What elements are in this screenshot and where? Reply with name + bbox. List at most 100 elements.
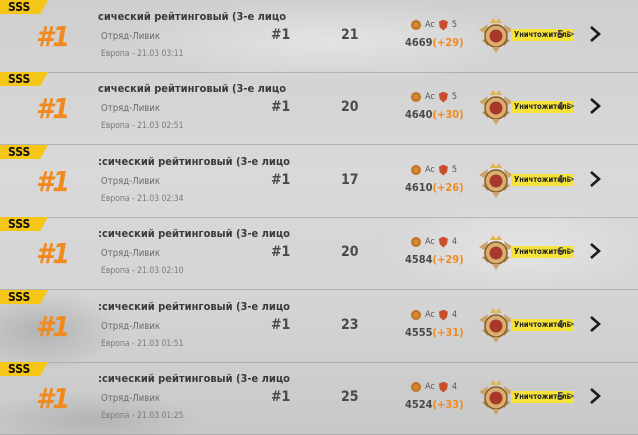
rank: #1	[271, 389, 291, 405]
kills: 17	[341, 172, 359, 188]
rank: #1	[271, 244, 291, 260]
tier-shield-icon	[438, 381, 448, 393]
points-delta: (+29)	[432, 253, 464, 266]
tier-dot-icon	[411, 165, 421, 175]
rating-points: 4584(+29)	[405, 253, 464, 266]
tier-value: 5	[451, 92, 457, 102]
match-row[interactable]: SSS #1 сический рейтинговый (3-е лицо От…	[0, 72, 638, 145]
squad-map: Отряд-Ливик	[101, 393, 160, 404]
tier-value: 5	[451, 165, 457, 175]
chevron-right-icon[interactable]	[588, 387, 602, 405]
tier-label: Ac	[425, 92, 435, 102]
conqueror-badge-icon	[479, 18, 513, 53]
squad-map: Отряд-Ливик	[101, 321, 160, 332]
small-chevron-icon: >	[566, 99, 576, 113]
tier-badge: SSS	[0, 290, 48, 304]
rating-points: 4669(+29)	[405, 36, 464, 49]
tier-value: 4	[451, 310, 457, 320]
kills: 23	[341, 317, 359, 333]
title-banner: Уничтожитель	[511, 101, 574, 113]
small-chevron-icon: >	[566, 27, 576, 41]
region-date: Европа - 21.03 02:34	[101, 194, 184, 204]
tier-value: 4	[451, 237, 457, 247]
squad-map: Отряд-Ливик	[101, 176, 160, 187]
tier-line: Ac 5	[411, 90, 457, 104]
conqueror-badge-icon	[479, 90, 513, 125]
placement: #1	[36, 92, 70, 125]
points-delta: (+30)	[432, 108, 464, 121]
conqueror-badge-icon	[479, 235, 513, 270]
chevron-right-icon[interactable]	[588, 25, 602, 43]
small-chevron-icon: >	[566, 389, 576, 403]
points-delta: (+29)	[432, 36, 464, 49]
tier-dot-icon	[411, 92, 421, 102]
points-delta: (+26)	[432, 181, 464, 194]
match-row[interactable]: SSS #1 :сический рейтинговый (3-е лицо О…	[0, 290, 638, 363]
tier-value: 4	[451, 382, 457, 392]
match-mode: :сический рейтинговый (3-е лицо	[98, 227, 290, 240]
points-value: 4610	[405, 181, 433, 194]
tier-shield-icon	[438, 19, 448, 31]
placement: #1	[36, 165, 70, 198]
tier-label: Ac	[425, 165, 435, 175]
tier-badge: SSS	[0, 145, 48, 159]
tier-label: Ac	[425, 310, 435, 320]
conqueror-badge-icon	[479, 380, 513, 415]
title-count: 4	[557, 318, 564, 331]
chevron-right-icon[interactable]	[588, 97, 602, 115]
conqueror-badge-icon	[479, 308, 513, 343]
tier-badge: SSS	[0, 362, 48, 376]
tier-value: 5	[451, 20, 457, 30]
tier-badge: SSS	[0, 0, 48, 14]
placement: #1	[36, 237, 70, 270]
chevron-right-icon[interactable]	[588, 315, 602, 333]
squad-map: Отряд-Ливик	[101, 31, 160, 42]
kills: 20	[341, 99, 359, 115]
match-mode: сический рейтинговый (3-е лицо	[98, 82, 286, 95]
tier-shield-icon	[438, 236, 448, 248]
tier-dot-icon	[411, 20, 421, 30]
rating-points: 4555(+31)	[405, 326, 464, 339]
small-chevron-icon: >	[566, 317, 576, 331]
rank: #1	[271, 172, 291, 188]
points-delta: (+33)	[432, 398, 464, 411]
match-row[interactable]: SSS #1 :сический рейтинговый (3-е лицо О…	[0, 217, 638, 290]
kills: 25	[341, 389, 359, 405]
chevron-right-icon[interactable]	[588, 242, 602, 260]
title-banner: Уничтожитель	[511, 29, 574, 41]
tier-shield-icon	[438, 91, 448, 103]
rating-points: 4640(+30)	[405, 108, 464, 121]
tier-label: Ac	[425, 382, 435, 392]
conqueror-badge-icon	[479, 163, 513, 198]
placement: #1	[36, 382, 70, 415]
tier-line: Ac 4	[411, 308, 457, 322]
match-row[interactable]: SSS #1 сический рейтинговый (3-е лицо От…	[0, 0, 638, 73]
small-chevron-icon: >	[566, 244, 576, 258]
tier-dot-icon	[411, 237, 421, 247]
region-date: Европа - 21.03 03:11	[101, 49, 184, 59]
title-banner: Уничтожитель	[511, 174, 574, 186]
match-row[interactable]: SSS #1 :сический рейтинговый (3-е лицо О…	[0, 145, 638, 218]
rank: #1	[271, 27, 291, 43]
placement: #1	[36, 20, 70, 53]
region-date: Европа - 21.03 01:25	[101, 411, 184, 421]
title-count: 5	[557, 28, 564, 41]
match-mode: :сический рейтинговый (3-е лицо	[98, 300, 290, 313]
match-row[interactable]: SSS #1 :сический рейтинговый (3-е лицо О…	[0, 362, 638, 435]
match-mode: :сический рейтинговый (3-е лицо	[98, 155, 290, 168]
chevron-right-icon[interactable]	[588, 170, 602, 188]
tier-shield-icon	[438, 309, 448, 321]
kills: 20	[341, 244, 359, 260]
title-banner: Уничтожитель	[511, 246, 574, 258]
title-count: 4	[557, 173, 564, 186]
tier-line: Ac 4	[411, 235, 457, 249]
title-count: 6	[557, 245, 564, 258]
tier-label: Ac	[425, 20, 435, 30]
rank: #1	[271, 99, 291, 115]
squad-map: Отряд-Ливик	[101, 103, 160, 114]
match-mode: сический рейтинговый (3-е лицо	[98, 10, 286, 23]
squad-map: Отряд-Ливик	[101, 248, 160, 259]
rating-points: 4610(+26)	[405, 181, 464, 194]
tier-line: Ac 5	[411, 163, 457, 177]
kills: 21	[341, 27, 359, 43]
